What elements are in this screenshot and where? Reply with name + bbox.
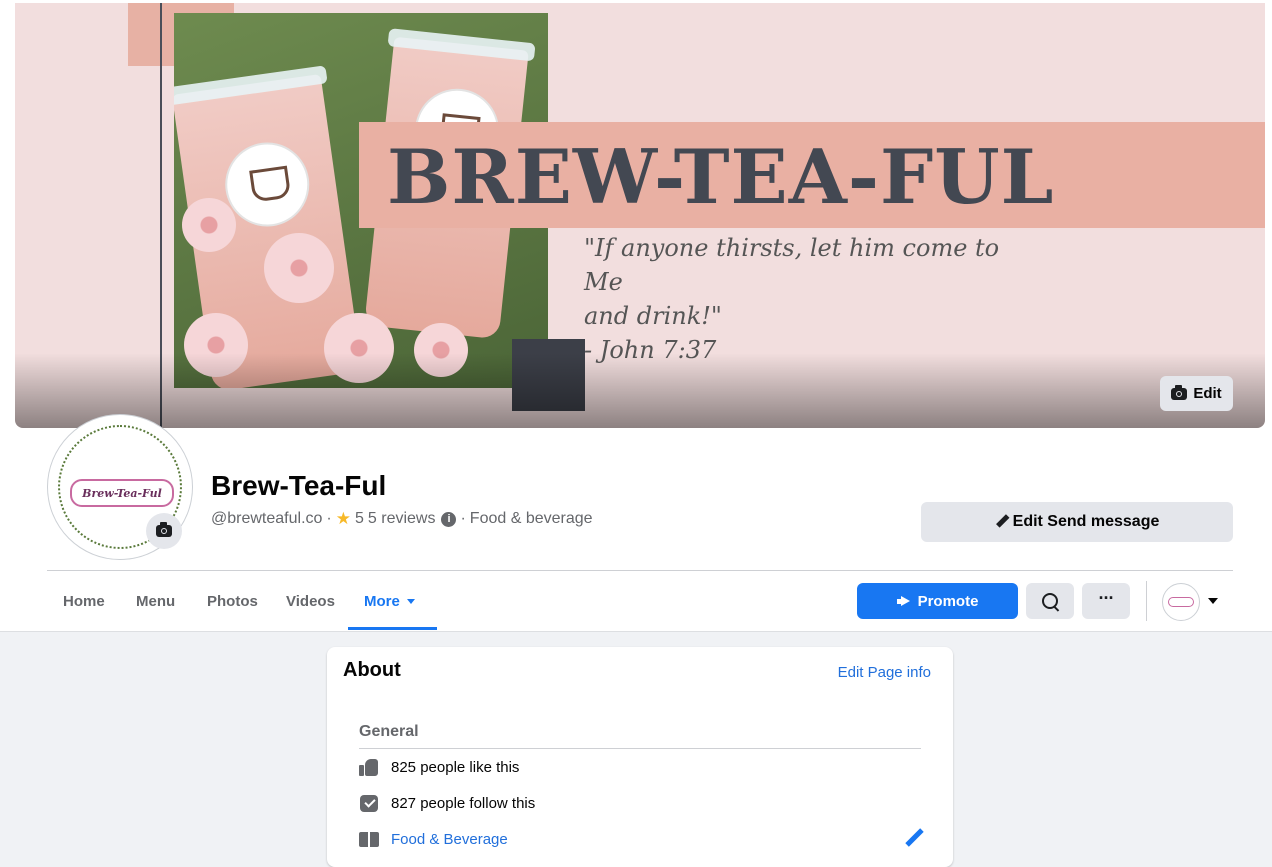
edit-send-message-button[interactable]: Edit Send message — [921, 502, 1233, 542]
camera-icon — [1171, 384, 1188, 400]
tab-photos[interactable]: Photos — [207, 583, 258, 619]
page-handle: @brewteaful.co — [211, 510, 323, 527]
category-icon — [359, 829, 379, 849]
cover-photo[interactable]: BREW-TEA-FUL "If anyone thirsts, let him… — [15, 3, 1265, 428]
follow-icon — [359, 793, 379, 813]
avatar-logo-text: Brew-Tea-Ful — [70, 479, 174, 507]
edit-page-info-link[interactable]: Edit Page info — [838, 664, 931, 681]
page-meta: @brewteaful.co · ★ 5 5 reviews i · Food … — [211, 509, 593, 528]
likes-row: 825 people like this — [359, 756, 519, 778]
tab-menu[interactable]: Menu — [136, 583, 175, 619]
star-icon: ★ — [335, 509, 351, 528]
page-category: Food & beverage — [469, 510, 593, 527]
more-dots-icon: ··· — [1098, 588, 1115, 608]
follows-row: 827 people follow this — [359, 792, 535, 814]
edit-cover-button[interactable]: Edit — [1160, 376, 1233, 411]
header-divider — [47, 570, 1233, 571]
search-button[interactable] — [1026, 583, 1074, 619]
caret-down-icon — [406, 598, 415, 604]
cover-quote: "If anyone thirsts, let him come to Me a… — [584, 234, 1000, 364]
flower-decoration — [182, 198, 236, 252]
info-icon[interactable]: i — [441, 511, 457, 527]
about-title: About — [343, 659, 401, 681]
update-avatar-button[interactable] — [146, 513, 182, 549]
category-row[interactable]: Food & Beverage — [359, 828, 508, 850]
flower-decoration — [264, 233, 334, 303]
tab-more[interactable]: More — [364, 583, 415, 619]
pencil-icon — [992, 514, 1009, 531]
caret-down-icon[interactable] — [1208, 598, 1218, 604]
camera-icon — [156, 522, 172, 537]
search-icon — [1042, 593, 1058, 609]
general-section-title: General — [359, 723, 419, 740]
more-options-button[interactable]: ··· — [1082, 583, 1130, 619]
tab-home[interactable]: Home — [63, 583, 105, 619]
rating-value: 5 — [354, 510, 364, 527]
pencil-icon[interactable] — [904, 828, 924, 848]
about-card: About Edit Page info General 825 people … — [327, 647, 953, 867]
megaphone-icon — [896, 595, 911, 607]
page-title: Brew-Tea-Ful — [211, 470, 387, 501]
account-avatar[interactable] — [1162, 583, 1200, 621]
active-tab-indicator — [348, 627, 437, 630]
reviews-link[interactable]: 5 reviews — [368, 510, 436, 528]
tab-videos[interactable]: Videos — [286, 583, 335, 619]
cover-brand-title: BREW-TEA-FUL — [387, 133, 1055, 221]
promote-button[interactable]: Promote — [857, 583, 1018, 619]
like-icon — [359, 757, 379, 777]
